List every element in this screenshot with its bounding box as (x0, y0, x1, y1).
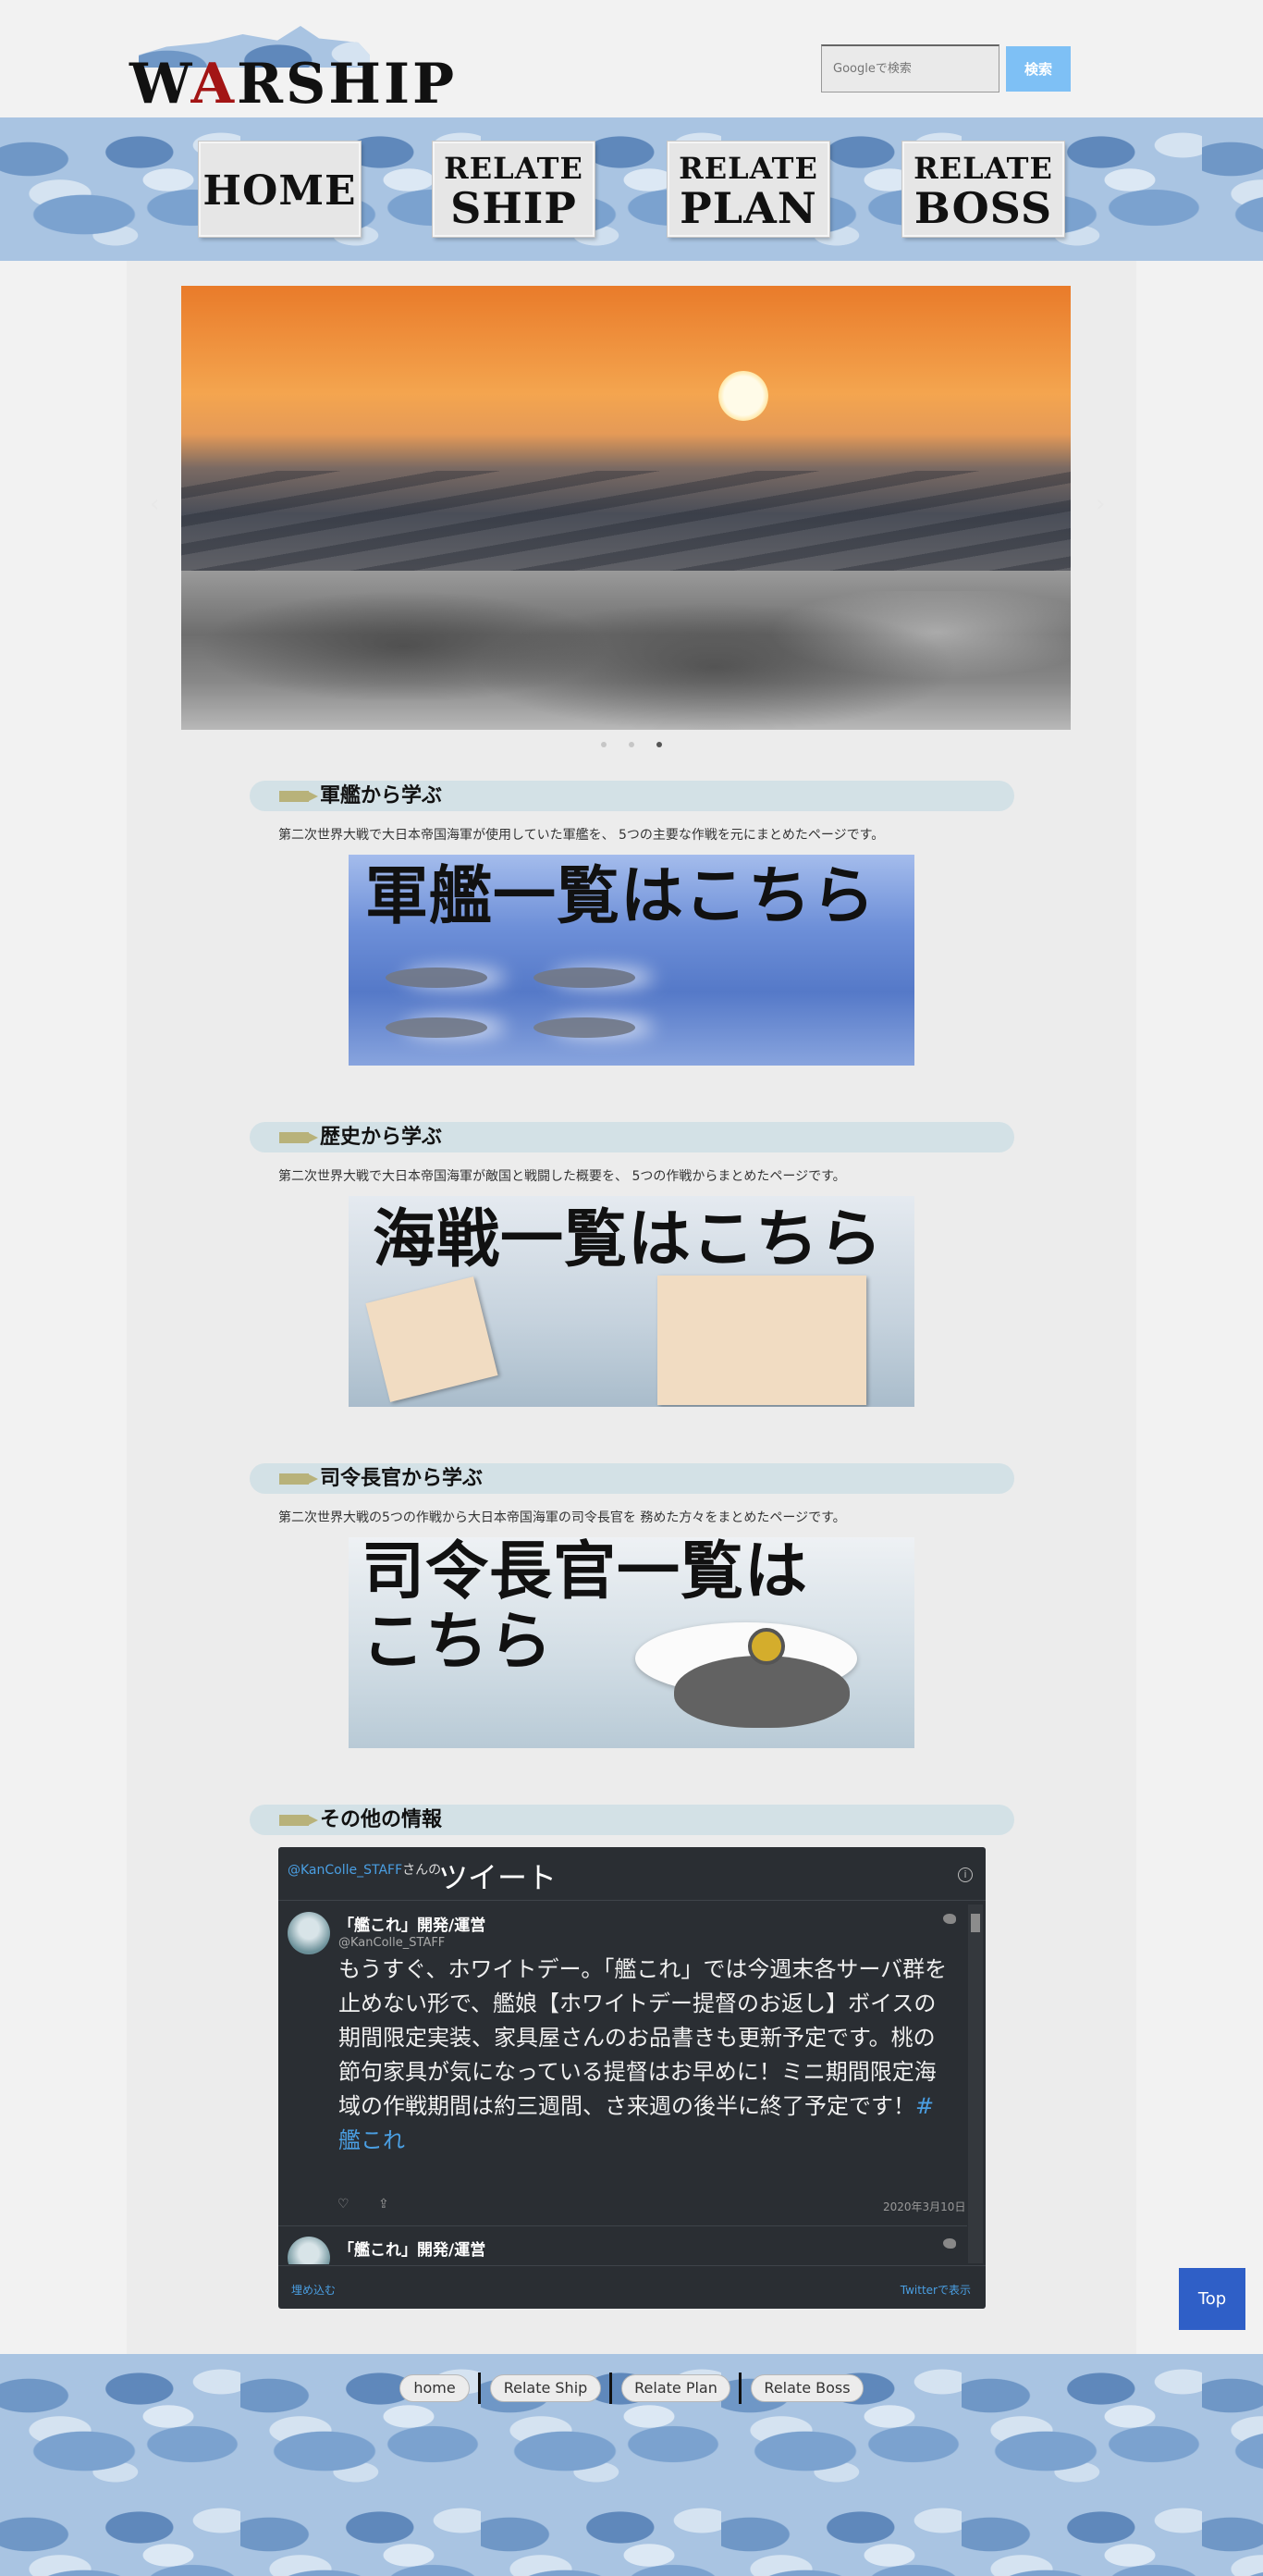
commander-list-banner[interactable]: 司令長官一覧は こちら (349, 1537, 914, 1748)
ship-silhouette (533, 968, 635, 988)
tweet-date[interactable]: 2020年3月10日 (883, 2199, 965, 2214)
section-desc-history: 第二次世界大戦で大日本帝国海軍が敵国と戦闘した概要を、 5つの作戦からまとめたペ… (278, 1169, 846, 1184)
waves-image (181, 471, 1071, 571)
twitter-timeline[interactable]: @KanColle_STAFFさんの ツイート i 「艦これ」開発/運営 @Ka… (278, 1847, 986, 2309)
search-button[interactable]: 検索 (1006, 46, 1071, 92)
footer-link-relate-boss[interactable]: Relate Boss (751, 2374, 864, 2402)
bullet-icon (279, 1815, 318, 1826)
search-input[interactable] (821, 44, 999, 92)
slider-dot[interactable] (601, 742, 607, 747)
logo-text: WARSHIP (129, 52, 458, 117)
twitter-bird-icon[interactable] (943, 1914, 956, 1924)
twitter-user-link[interactable]: @KanColle_STAFFさんの (288, 1860, 441, 1879)
nav-relate-plan-label: PLAN (680, 183, 817, 233)
ship-silhouette (386, 968, 487, 988)
tweet[interactable]: 「艦これ」開発/運営 (278, 2227, 967, 2264)
section-title-commanders: 司令長官から学ぶ (250, 1463, 1014, 1494)
embed-link[interactable]: 埋め込む (291, 2282, 336, 2298)
twitter-header: @KanColle_STAFFさんの ツイート i (278, 1847, 986, 1901)
ship-list-banner-text: 軍艦一覧はこちら (365, 860, 877, 933)
site-header: WARSHIP 検索 (0, 0, 1263, 117)
battle-list-banner-text: 海戦一覧はこちら (373, 1203, 884, 1276)
section-desc-ships: 第二次世界大戦で大日本帝国海軍が使用していた軍艦を、 5つの主要な作戦を元にまと… (278, 828, 885, 843)
avatar[interactable] (288, 2237, 330, 2264)
twitter-bird-icon[interactable] (943, 2238, 956, 2249)
document-image (365, 1276, 498, 1402)
footer-link-relate-ship[interactable]: Relate Ship (490, 2374, 601, 2402)
document-image (657, 1276, 866, 1405)
nav-home-button[interactable]: HOME (199, 142, 361, 237)
naval-cap-visor (674, 1656, 850, 1728)
section-title-ships: 軍艦から学ぶ (250, 781, 1014, 811)
info-icon[interactable]: i (958, 1867, 973, 1882)
nav-relate-plan-button[interactable]: RELATE PLAN (668, 142, 829, 237)
sun-image (718, 371, 768, 421)
nav-home-label: HOME (202, 167, 357, 215)
slider-dots (592, 740, 666, 751)
back-to-top-button[interactable]: Top (1179, 2268, 1245, 2330)
nav-relate-ship-button[interactable]: RELATE SHIP (433, 142, 595, 237)
tweet-text: もうすぐ、ホワイトデー。「艦これ」では今週末各サーバ群を止めない形で、艦娘【ホワ… (338, 1956, 948, 2153)
section-desc-commanders: 第二次世界大戦の5つの作戦から大日本帝国海軍の司令長官を 務めた方々をまとめたペ… (278, 1510, 846, 1525)
nav-relate-ship-top: RELATE (444, 151, 583, 186)
ship-list-banner[interactable]: 軍艦一覧はこちら (349, 855, 914, 1066)
nav-relate-ship-label: SHIP (450, 183, 577, 233)
view-on-twitter-link[interactable]: Twitterで表示 (901, 2282, 971, 2298)
bullet-icon (279, 1473, 318, 1485)
slider-prev-arrow[interactable]: ‹ (150, 490, 159, 518)
naval-cap-badge (748, 1628, 785, 1665)
tweet[interactable]: 「艦これ」開発/運営 @KanColle_STAFF もうすぐ、ホワイトデー。「… (278, 1901, 967, 2226)
twitter-footer: 埋め込む Twitterで表示 (278, 2265, 986, 2309)
footer-link-home[interactable]: home (399, 2374, 470, 2402)
tweet-handle[interactable]: @KanColle_STAFF (338, 1936, 445, 1950)
nav-relate-boss-label: BOSS (914, 183, 1053, 233)
footer-separator (739, 2373, 742, 2404)
scrollbar-thumb[interactable] (971, 1914, 980, 1932)
ship-silhouette (533, 1017, 635, 1038)
nav-relate-boss-top: RELATE (914, 151, 1053, 186)
main-nav: HOME RELATE SHIP RELATE PLAN RELATE BOSS (0, 117, 1263, 261)
battle-list-banner[interactable]: 海戦一覧はこちら (349, 1196, 914, 1407)
bullet-icon (279, 791, 318, 802)
footer-link-relate-plan[interactable]: Relate Plan (621, 2374, 730, 2402)
tweet-author[interactable]: 「艦これ」開発/運営 (338, 1912, 485, 1935)
footer-separator (478, 2373, 481, 2404)
slide-sunset-sea (181, 286, 1071, 571)
nav-relate-plan-top: RELATE (679, 151, 818, 186)
section-title-history: 歴史から学ぶ (250, 1122, 1014, 1152)
heart-icon[interactable]: ♡ (337, 2197, 349, 2212)
slider-next-arrow[interactable]: › (1096, 490, 1105, 518)
avatar[interactable] (288, 1912, 330, 1954)
share-icon[interactable]: ⇪ (378, 2197, 389, 2212)
section-title-other: その他の情報 (250, 1805, 1014, 1835)
bullet-icon (279, 1132, 318, 1143)
tweet-author[interactable]: 「艦これ」開発/運営 (338, 2237, 485, 2260)
image-slider[interactable] (181, 286, 1071, 730)
ship-silhouette (386, 1017, 487, 1038)
scrollbar[interactable] (968, 1904, 983, 2263)
slider-dot-active[interactable] (656, 742, 662, 747)
nav-relate-boss-button[interactable]: RELATE BOSS (902, 142, 1064, 237)
twitter-title: ツイート (438, 1860, 558, 1895)
site-footer: home Relate Ship Relate Plan Relate Boss (0, 2354, 1263, 2576)
smoke-image (181, 591, 1071, 730)
warship-logo[interactable]: WARSHIP (129, 24, 458, 118)
footer-separator (609, 2373, 612, 2404)
slider-dot[interactable] (629, 742, 634, 747)
